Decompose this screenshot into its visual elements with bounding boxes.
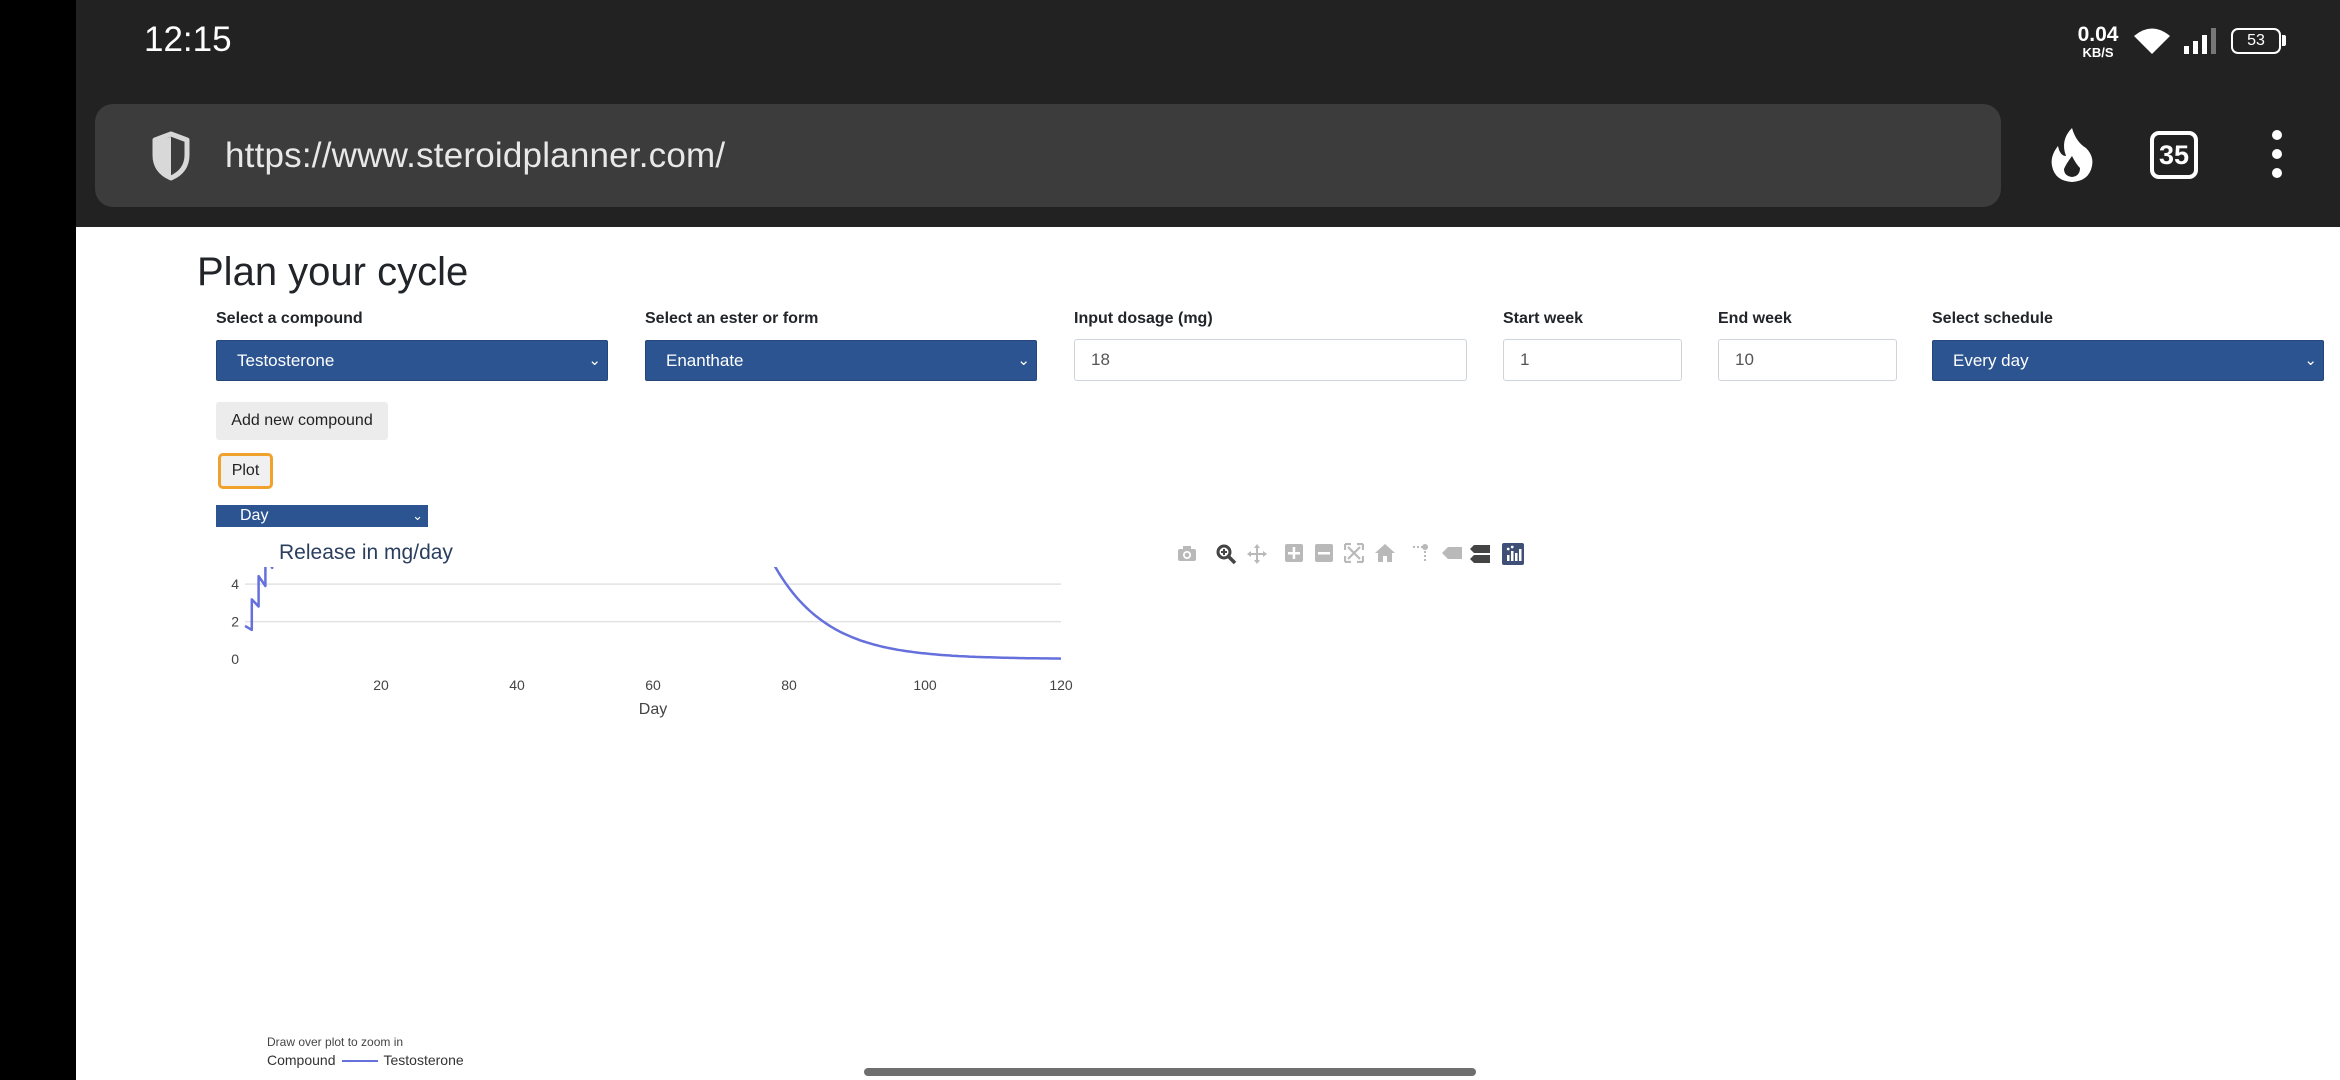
plot-button[interactable]: Plot bbox=[218, 453, 273, 489]
hover-closest-icon[interactable] bbox=[1441, 543, 1463, 563]
schedule-label: Select schedule bbox=[1932, 310, 2053, 327]
y-tick-label: 0 bbox=[231, 651, 239, 667]
add-compound-button[interactable]: Add new compound bbox=[216, 402, 388, 440]
shield-icon[interactable] bbox=[151, 131, 191, 181]
zoom-in-icon[interactable] bbox=[1284, 543, 1304, 563]
browser-toolbar: https://www.steroidplanner.com/ 35 bbox=[76, 86, 2340, 227]
schedule-select[interactable]: Every day ⌄ bbox=[1932, 340, 2324, 381]
status-bar: 12:15 0.04 KB/S 53 bbox=[76, 0, 2340, 86]
ester-value: Enanthate bbox=[666, 351, 744, 370]
y-tick-label: 4 bbox=[231, 576, 239, 592]
page-title: Plan your cycle bbox=[197, 250, 469, 294]
chevron-down-icon: ⌄ bbox=[2304, 352, 2317, 369]
compound-select[interactable]: Testosterone ⌄ bbox=[216, 340, 608, 381]
x-tick-label: 100 bbox=[913, 677, 937, 693]
autoscale-icon[interactable] bbox=[1344, 543, 1364, 563]
legend-swatch bbox=[341, 1060, 378, 1063]
chevron-down-icon: ⌄ bbox=[412, 508, 423, 523]
spike-lines-icon[interactable] bbox=[1411, 543, 1431, 563]
chart-legend[interactable]: Compound Testosterone bbox=[267, 1052, 464, 1068]
camera-icon[interactable] bbox=[1176, 543, 1198, 565]
plot-modebar bbox=[1096, 543, 1556, 567]
series-line-testosterone bbox=[244, 567, 1062, 660]
more-menu-icon[interactable] bbox=[2272, 130, 2284, 187]
legend-title: Compound bbox=[267, 1052, 336, 1068]
schedule-value: Every day bbox=[1953, 351, 2029, 370]
pan-icon[interactable] bbox=[1246, 543, 1268, 565]
battery-tip bbox=[2282, 35, 2286, 46]
dosage-label: Input dosage (mg) bbox=[1074, 310, 1213, 327]
x-tick-label: 40 bbox=[509, 677, 525, 693]
start-week-label: Start week bbox=[1503, 310, 1584, 327]
time-unit-value: Day bbox=[240, 507, 269, 524]
fire-icon[interactable] bbox=[2046, 126, 2098, 184]
zoom-icon[interactable] bbox=[1215, 543, 1237, 565]
x-tick-label: 20 bbox=[373, 677, 389, 693]
legend-item-testosterone[interactable]: Testosterone bbox=[384, 1052, 464, 1068]
battery-icon: 53 bbox=[2231, 28, 2281, 54]
compound-value: Testosterone bbox=[237, 351, 335, 370]
phone-screen: 12:15 0.04 KB/S 53 https://www.steroidpl… bbox=[76, 0, 2340, 1080]
x-tick-label: 60 bbox=[645, 677, 661, 693]
network-speed: 0.04 KB/S bbox=[2074, 24, 2122, 59]
network-speed-unit: KB/S bbox=[2082, 45, 2114, 60]
network-speed-value: 0.04 bbox=[2077, 23, 2119, 46]
end-week-label: End week bbox=[1718, 310, 1792, 327]
ester-select[interactable]: Enanthate ⌄ bbox=[645, 340, 1037, 381]
home-icon[interactable] bbox=[1374, 543, 1396, 563]
cell-signal-icon bbox=[2184, 28, 2216, 54]
y-tick-label: 2 bbox=[231, 614, 239, 630]
address-bar[interactable]: https://www.steroidplanner.com/ bbox=[95, 104, 2001, 207]
chevron-down-icon: ⌄ bbox=[588, 352, 601, 369]
chart-title: Release in mg/day bbox=[279, 541, 453, 564]
page-content: Plan your cycle Select a compound Testos… bbox=[76, 227, 2340, 1080]
dosage-input[interactable]: 18 bbox=[1074, 339, 1467, 381]
zoom-hint: Draw over plot to zoom in bbox=[267, 1035, 404, 1049]
x-axis-title: Day bbox=[639, 701, 667, 718]
x-tick-label: 80 bbox=[781, 677, 797, 693]
tabs-button[interactable]: 35 bbox=[2150, 131, 2198, 179]
url-text[interactable]: https://www.steroidplanner.com/ bbox=[225, 136, 725, 176]
x-tick-label: 120 bbox=[1049, 677, 1073, 693]
horizontal-scrollbar[interactable] bbox=[864, 1068, 1476, 1076]
ester-label: Select an ester or form bbox=[645, 310, 819, 327]
start-week-input[interactable]: 1 bbox=[1503, 339, 1682, 381]
compound-label: Select a compound bbox=[216, 310, 363, 327]
time-unit-select[interactable]: Day ⌄ bbox=[216, 505, 428, 527]
zoom-out-icon[interactable] bbox=[1314, 543, 1334, 563]
release-chart[interactable]: 0246810121420406080100120DayRelease Rate… bbox=[216, 567, 1556, 1037]
chevron-down-icon: ⌄ bbox=[1017, 352, 1030, 369]
status-clock: 12:15 bbox=[144, 20, 232, 59]
hover-compare-icon[interactable] bbox=[1469, 543, 1491, 565]
plotly-logo-icon[interactable] bbox=[1502, 543, 1524, 565]
wifi-icon bbox=[2134, 28, 2170, 54]
end-week-input[interactable]: 10 bbox=[1718, 339, 1897, 381]
